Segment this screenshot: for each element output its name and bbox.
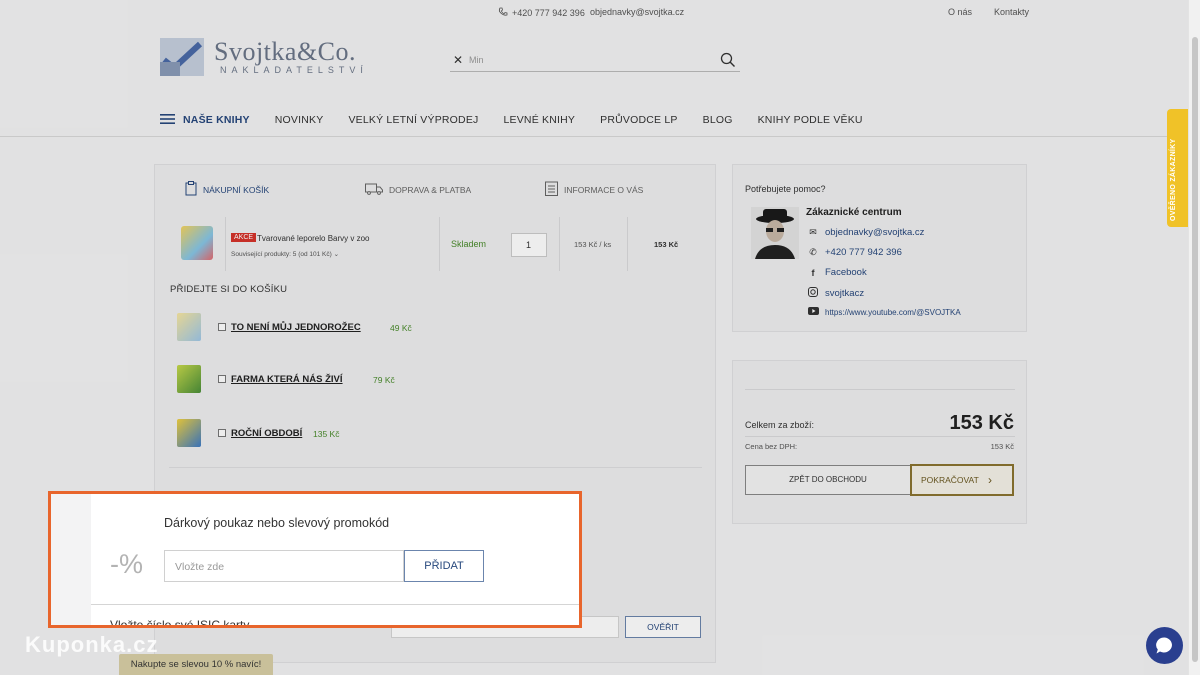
chat-button[interactable]: [1146, 627, 1183, 664]
voucher-divider: [91, 604, 579, 605]
voucher-highlight: Dárkový poukaz nebo slevový promokód -% …: [48, 491, 582, 628]
percent-icon: -%: [110, 549, 143, 579]
voucher-placeholder: Vložte zde: [175, 561, 225, 573]
add-voucher-button[interactable]: PŘIDAT: [404, 550, 484, 582]
voucher-side-strip: [51, 494, 91, 625]
voucher-input[interactable]: Vložte zde: [164, 550, 404, 582]
scrollbar[interactable]: [1188, 0, 1200, 675]
verified-badge[interactable]: OVĚŘENO ZÁKAZNÍKY: [1167, 109, 1190, 227]
scrollbar-thumb[interactable]: [1192, 37, 1198, 662]
voucher-title: Dárkový poukaz nebo slevový promokód: [164, 516, 390, 530]
isic-title: Vložte číslo své ISIC karty: [110, 618, 250, 628]
verified-label: OVĚŘENO ZÁKAZNÍKY: [1170, 138, 1177, 222]
promo-tab[interactable]: Nakupte se slevou 10 % navíc!: [119, 654, 273, 675]
chat-icon: [1155, 636, 1174, 660]
